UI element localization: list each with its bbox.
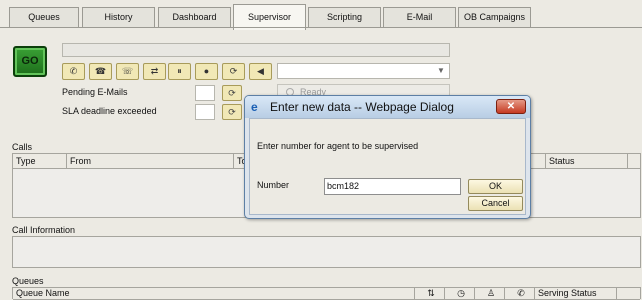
sla-label: SLA deadline exceeded	[62, 106, 157, 116]
queue-time-icon[interactable]: ◷	[445, 288, 475, 300]
column-from[interactable]: From	[67, 154, 234, 169]
ie-icon: e	[251, 100, 258, 114]
ok-button[interactable]: OK	[468, 179, 523, 194]
conference-icon[interactable]: ☏	[116, 63, 139, 80]
hangup-icon[interactable]: ☎	[89, 63, 112, 80]
tab-bar: Queues History Dashboard Supervisor Scri…	[0, 0, 642, 30]
record-icon[interactable]: ●	[195, 63, 218, 80]
pending-emails-refresh-icon[interactable]: ⟳	[222, 85, 242, 101]
queues-header: Queue Name ⇅ ◷ ♙ ✆ Serving Status	[13, 288, 640, 300]
queue-phone-icon[interactable]: ✆	[505, 288, 535, 300]
number-label: Number	[257, 180, 290, 190]
sla-refresh-icon[interactable]: ⟳	[222, 104, 242, 120]
transfer-icon[interactable]: ⇄	[143, 63, 166, 80]
dialog-title-bar[interactable]: e Enter new data -- Webpage Dialog ✕	[245, 96, 530, 118]
tab-email[interactable]: E-Mail	[383, 7, 456, 27]
mute-icon[interactable]: ◀	[249, 63, 272, 80]
tab-divider	[0, 27, 642, 28]
queues-title: Queues	[12, 276, 44, 286]
hold-icon[interactable]: ⏸	[168, 63, 191, 80]
queue-agents-icon[interactable]: ⇅	[415, 288, 445, 300]
agent-info-field	[62, 43, 450, 57]
column-type[interactable]: Type	[13, 154, 67, 169]
tab-dashboard[interactable]: Dashboard	[158, 7, 231, 27]
cancel-button[interactable]: Cancel	[468, 196, 523, 211]
queue-user-icon[interactable]: ♙	[475, 288, 505, 300]
queues-table: Queue Name ⇅ ◷ ♙ ✆ Serving Status	[12, 287, 641, 300]
calls-title: Calls	[12, 142, 33, 152]
tab-history[interactable]: History	[82, 7, 155, 27]
column-queue-name[interactable]: Queue Name	[13, 288, 415, 300]
dialog-body: Enter number for agent to be supervised …	[249, 118, 526, 215]
call-information-title: Call Information	[12, 225, 76, 235]
tab-ob-campaigns[interactable]: OB Campaigns	[458, 7, 531, 27]
tab-scripting[interactable]: Scripting	[308, 7, 381, 27]
column-serving-status[interactable]: Serving Status	[535, 288, 617, 300]
pending-emails-label: Pending E-Mails	[62, 87, 128, 97]
tab-queues[interactable]: Queues	[9, 7, 79, 27]
go-button[interactable]: GO	[13, 46, 47, 77]
sla-field	[195, 104, 215, 120]
column-status[interactable]: Status	[546, 154, 628, 169]
phone-icon[interactable]: ✆	[62, 63, 85, 80]
enter-new-data-dialog: e Enter new data -- Webpage Dialog ✕ Ent…	[244, 95, 531, 219]
status-select[interactable]: ▼	[277, 63, 450, 79]
dialog-prompt: Enter number for agent to be supervised	[257, 141, 419, 151]
chevron-down-icon: ▼	[437, 66, 445, 75]
close-button[interactable]: ✕	[496, 99, 526, 114]
refresh-icon[interactable]: ⟳	[222, 63, 245, 80]
pending-emails-field	[195, 85, 215, 101]
number-input[interactable]: bcm182	[324, 178, 461, 195]
dialog-title: Enter new data -- Webpage Dialog	[270, 100, 454, 114]
call-information-panel	[12, 236, 641, 268]
